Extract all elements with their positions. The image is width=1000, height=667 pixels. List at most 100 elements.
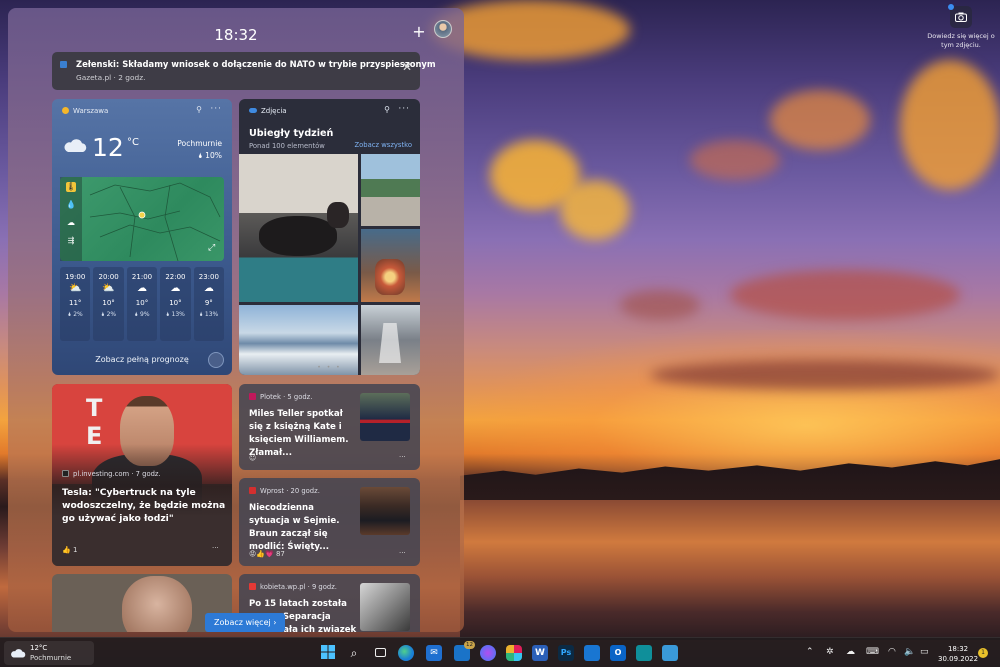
glass <box>379 323 401 363</box>
onedrive-icon[interactable]: ☁ <box>846 647 855 657</box>
news-source: Plotek · 5 godz. <box>249 393 312 401</box>
news-card-wprost[interactable]: Wprost · 20 godz. Niecodzienna sytuacja … <box>239 478 420 566</box>
news-more-button[interactable]: ··· <box>399 453 406 461</box>
cloud <box>690 140 780 180</box>
keyboard-icon[interactable]: ⌨ <box>866 647 879 657</box>
news-notification[interactable]: Zełenski: Składamy wniosek o dołączenie … <box>52 52 436 90</box>
photos-header: Zdjęcia <box>249 107 287 115</box>
weather-more-button[interactable]: ··· <box>210 104 222 114</box>
photo-tile-dog[interactable] <box>239 154 358 302</box>
carousel-dots[interactable]: • • • <box>239 364 420 371</box>
store-icon[interactable] <box>662 645 678 661</box>
close-notification-button[interactable]: ✕ <box>402 60 412 74</box>
search-icon[interactable]: ⌕ <box>346 645 362 661</box>
photos-more-button[interactable]: ··· <box>398 104 410 114</box>
photos-app-name: Zdjęcia <box>261 107 287 115</box>
weather-header: Warszawa <box>62 107 108 115</box>
cloud-icon <box>64 139 87 152</box>
photos-widget[interactable]: Zdjęcia ⚲ ··· Ubiegły tydzień Ponad 100 … <box>239 99 420 375</box>
widgets-board: 18:32 + Zełenski: Składamy wniosek o doł… <box>8 8 464 632</box>
mail-icon[interactable]: ✉ <box>426 645 442 661</box>
add-widget-button[interactable]: + <box>412 22 426 41</box>
taskbar-date: 30.09.2022 <box>938 655 979 663</box>
cloud <box>560 180 630 240</box>
cloud-layer-icon[interactable]: ☁ <box>66 218 76 228</box>
weather-map[interactable] <box>60 177 224 261</box>
see-more-label: Zobacz więcej <box>214 618 271 627</box>
start-button[interactable] <box>320 645 336 661</box>
photo-tile-cake[interactable] <box>361 229 420 302</box>
taskbar-weather-button[interactable]: 12°C Pochmurnie <box>4 641 94 665</box>
notification-title: Zełenski: Składamy wniosek o dołączenie … <box>76 59 436 69</box>
see-more-button[interactable]: Zobacz więcej › <box>205 613 286 632</box>
news-title: Tesla: "Cybertruck na tyle wodoszczelny,… <box>62 487 226 524</box>
taskbar-clock[interactable]: 18:32 30.09.2022 <box>938 644 978 664</box>
wp-icon <box>249 583 256 590</box>
forecast-precip: 🌢 13% <box>199 311 219 318</box>
news-card-tesla[interactable]: T E pl.investing.com · 7 godz. Tesla: "C… <box>52 384 232 566</box>
news-thumbnail <box>360 583 410 631</box>
teams-badge: 12 <box>464 641 475 649</box>
weather-app-icon[interactable] <box>208 352 224 368</box>
photo-info-button[interactable]: Dowiedz się więcej o tym zdjęciu. <box>926 4 996 50</box>
wifi-icon[interactable]: ◠ <box>888 647 896 657</box>
word-icon[interactable]: W <box>532 645 548 661</box>
forecast-time: 19:00 <box>65 273 86 281</box>
windows-icon <box>321 645 335 659</box>
temperature-layer-icon[interactable]: 🌡 <box>66 182 76 192</box>
forecast-temp: 9° <box>204 299 213 307</box>
slack-icon[interactable] <box>506 645 522 661</box>
weather-location: Warszawa <box>73 107 109 115</box>
avatar[interactable] <box>434 20 452 38</box>
messenger-icon[interactable] <box>480 645 496 661</box>
forecast-precip: 🌢 13% <box>166 311 185 318</box>
forecast-hour: 21:00 ☁ 10° 🌢 9% <box>126 267 158 341</box>
weather-widget[interactable]: Warszawa ⚲ ··· 12 °C Pochmurnie 🌢 10% 🌡 … <box>52 99 232 375</box>
hourly-forecast: 19:00 ⛅ 11° 🌢 2% 20:00 ⛅ 10° 🌢 2% 21:00 ☁ 10° 🌢 9… <box>60 267 225 341</box>
trello-icon[interactable] <box>584 645 600 661</box>
news-source: pl.investing.com · 7 godz. <box>62 470 161 478</box>
news-more-button[interactable]: ··· <box>212 544 219 552</box>
pin-icon[interactable]: ⚲ <box>384 105 390 114</box>
teams-icon[interactable]: 12 <box>454 641 475 661</box>
cloud-icon <box>11 649 26 658</box>
taskbar: 12°C Pochmurnie ⌕ ✉ 12 W Ps O ⌃ ✲ ☁ ⌨ ◠ … <box>0 637 1000 667</box>
app-tray-icon[interactable]: ✲ <box>826 647 834 657</box>
news-source-label: kobieta.wp.pl · 9 godz. <box>260 583 337 591</box>
partly-cloudy-icon: ⛅ <box>102 283 115 294</box>
notification-center-badge[interactable]: 1 <box>978 648 988 658</box>
task-view-icon[interactable] <box>372 645 388 661</box>
reaction-icon[interactable]: ☺ <box>249 454 256 462</box>
pin-icon[interactable]: ⚲ <box>196 105 202 114</box>
news-source-label: pl.investing.com · 7 godz. <box>73 470 161 478</box>
news-title: Miles Teller spotkał się z księżną Kate … <box>249 409 349 458</box>
photo-info-label: Dowiedz się więcej o tym zdjęciu. <box>927 32 995 49</box>
forecast-hour: 22:00 ☁ 10° 🌢 13% <box>160 267 191 341</box>
expand-icon[interactable]: ⤢ <box>208 243 215 253</box>
battery-icon[interactable]: ▭ <box>920 647 929 657</box>
forecast-hour: 19:00 ⛅ 11° 🌢 2% <box>60 267 91 341</box>
edge-icon[interactable] <box>398 645 414 661</box>
see-all-link[interactable]: Zobacz wszystko <box>354 141 412 149</box>
outlook-icon[interactable]: O <box>610 645 626 661</box>
cloud-icon: ☁ <box>170 283 181 294</box>
lake-reflection <box>460 500 1000 640</box>
precipitation-layer-icon[interactable]: 💧 <box>66 200 76 210</box>
news-more-button[interactable]: ··· <box>399 549 406 557</box>
full-forecast-link[interactable]: Zobacz pełną prognozę <box>52 355 232 364</box>
news-reactions[interactable]: 😡👍💗 87 <box>249 550 285 558</box>
investing-icon <box>62 470 69 477</box>
volume-icon[interactable]: 🔈 <box>904 647 915 657</box>
photoshop-icon[interactable]: Ps <box>558 645 574 661</box>
weather-temperature: 12 <box>92 133 124 162</box>
cloud-icon: ☁ <box>203 283 214 294</box>
news-card-plotek[interactable]: Plotek · 5 godz. Miles Teller spotkał si… <box>239 384 420 470</box>
partly-cloudy-icon: ⛅ <box>68 283 82 294</box>
wind-layer-icon[interactable]: ⇶ <box>66 236 76 246</box>
news-reactions[interactable]: 👍 1 <box>62 546 77 554</box>
news-source-label: Plotek · 5 godz. <box>260 393 313 401</box>
weather-unit: °C <box>127 137 139 148</box>
photo-tile-street[interactable] <box>361 154 420 226</box>
chevron-up-icon[interactable]: ⌃ <box>806 647 814 657</box>
files-icon[interactable] <box>636 645 652 661</box>
